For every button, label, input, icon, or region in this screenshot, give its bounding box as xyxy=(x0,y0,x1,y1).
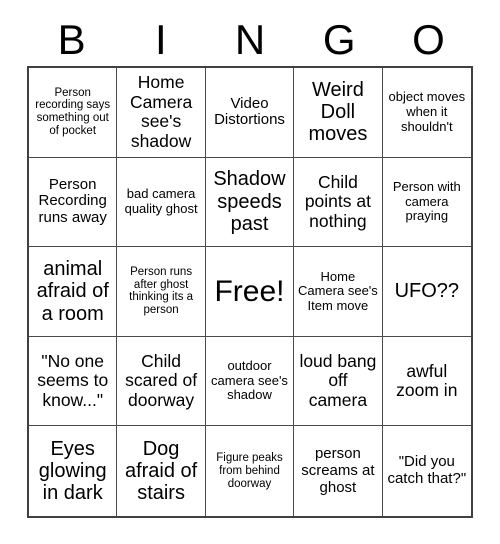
bingo-cell-n4[interactable]: outdoor camera see's shadow xyxy=(205,336,295,427)
bingo-cell-text: Weird Doll moves xyxy=(308,78,368,146)
bingo-cell-text: loud bang off camera xyxy=(299,350,377,410)
bingo-cell-text: object moves when it shouldn't xyxy=(388,89,466,134)
bingo-cell-text: Dog afraid of stairs xyxy=(124,437,198,505)
bingo-cell-i1[interactable]: Home Camera see's shadow xyxy=(117,68,206,158)
bingo-cell-o5[interactable]: "Did you catch that?" xyxy=(382,426,471,516)
bingo-cell-text: Video Distortions xyxy=(214,94,285,129)
bingo-cell-i3[interactable]: Person runs after ghost thinking its a p… xyxy=(117,247,206,337)
bingo-cell-text: "No one seems to know..." xyxy=(37,350,109,410)
bingo-cell-text: Person runs after ghost thinking its a p… xyxy=(129,265,194,317)
bingo-cell-b5[interactable]: Eyes glowing in dark xyxy=(29,426,118,516)
bingo-cell-free-space[interactable]: Free! xyxy=(205,247,295,337)
bingo-cell-i2[interactable]: bad camera quality ghost xyxy=(117,157,206,248)
bingo-header: B I N G O xyxy=(27,14,473,66)
bingo-cell-text: Eyes glowing in dark xyxy=(38,437,107,505)
header-letter-o: O xyxy=(412,16,445,63)
bingo-cell-i5[interactable]: Dog afraid of stairs xyxy=(117,426,206,516)
bingo-cell-text: Person Recording runs away xyxy=(38,175,107,227)
bingo-cell-text: Child scared of doorway xyxy=(125,350,198,410)
header-letter-g: G xyxy=(322,16,356,63)
bingo-cell-text: Child points at nothing xyxy=(304,171,371,231)
bingo-cell-g2[interactable]: Child points at nothing xyxy=(294,157,383,248)
header-letter-i: I xyxy=(154,16,167,63)
header-letter-n: N xyxy=(234,16,266,63)
bingo-cell-b4[interactable]: "No one seems to know..." xyxy=(29,336,118,427)
bingo-cell-b2[interactable]: Person Recording runs away xyxy=(29,157,118,248)
bingo-cell-n2[interactable]: Shadow speeds past xyxy=(205,157,295,248)
bingo-cell-text: "Did you catch that?" xyxy=(387,453,467,488)
bingo-cell-g4[interactable]: loud bang off camera xyxy=(294,336,383,427)
bingo-cell-text: Figure peaks from behind doorway xyxy=(216,451,283,490)
bingo-cell-text: awful zoom in xyxy=(396,360,458,401)
bingo-cell-g1[interactable]: Weird Doll moves xyxy=(294,68,383,158)
bingo-cell-text: bad camera quality ghost xyxy=(124,186,198,216)
bingo-cell-n5[interactable]: Figure peaks from behind doorway xyxy=(205,426,295,516)
bingo-cell-text: Shadow speeds past xyxy=(213,168,286,236)
bingo-cell-text: animal afraid of a room xyxy=(36,257,109,325)
bingo-cell-b1[interactable]: Person recording says something out of p… xyxy=(29,68,118,158)
bingo-grid: Person recording says something out of p… xyxy=(27,66,473,518)
bingo-cell-text: Person with camera praying xyxy=(392,179,461,224)
bingo-cell-g3[interactable]: Home Camera see's Item move xyxy=(294,247,383,337)
header-letter-b: B xyxy=(57,16,86,63)
bingo-cell-g5[interactable]: person screams at ghost xyxy=(294,426,383,516)
bingo-cell-o3[interactable]: UFO?? xyxy=(382,247,471,337)
bingo-cell-n1[interactable]: Video Distortions xyxy=(205,68,295,158)
bingo-cell-i4[interactable]: Child scared of doorway xyxy=(117,336,206,427)
bingo-cell-o1[interactable]: object moves when it shouldn't xyxy=(382,68,471,158)
bingo-cell-b3[interactable]: animal afraid of a room xyxy=(29,247,118,337)
bingo-cell-text: Person recording says something out of p… xyxy=(35,86,111,138)
bingo-cell-o4[interactable]: awful zoom in xyxy=(382,336,471,427)
bingo-cell-text: person screams at ghost xyxy=(301,444,375,496)
bingo-cell-text: Home Camera see's shadow xyxy=(129,72,193,151)
bingo-card: B I N G O Person recording says somethin… xyxy=(0,0,500,544)
free-space-text: Free! xyxy=(214,274,285,308)
bingo-cell-text: outdoor camera see's shadow xyxy=(211,358,288,403)
bingo-cell-text: UFO?? xyxy=(394,280,460,303)
bingo-cell-o2[interactable]: Person with camera praying xyxy=(382,157,471,248)
bingo-cell-text: Home Camera see's Item move xyxy=(297,268,378,313)
